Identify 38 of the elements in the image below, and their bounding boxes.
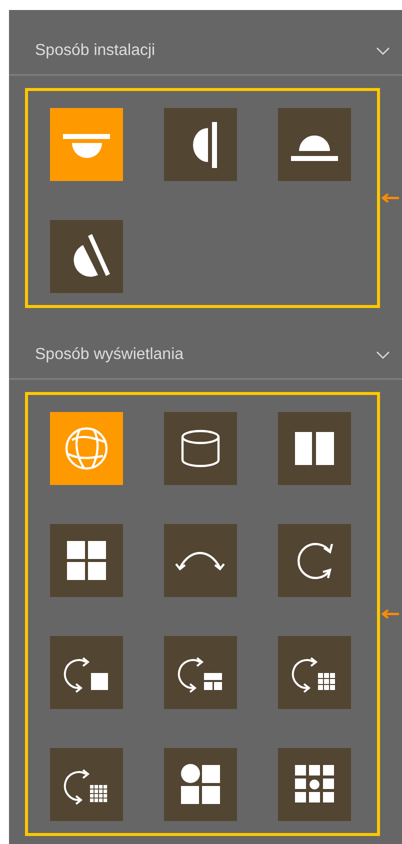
slanted-camera-icon: [74, 234, 110, 277]
rotate-three-view-icon: [178, 657, 222, 693]
section-title: Sposób instalacji: [35, 42, 156, 60]
arrow-left-icon: [381, 609, 399, 619]
mode-option[interactable]: [278, 524, 351, 597]
split-view-icon: [295, 432, 334, 465]
mode-option[interactable]: [50, 636, 123, 709]
rotate-grid-view-icon: [292, 657, 335, 693]
dome-camera-icon: [291, 136, 338, 161]
mode-option[interactable]: [50, 524, 123, 597]
mode-option[interactable]: [164, 108, 237, 181]
quad-view-icon: [67, 541, 106, 580]
arrow-left-icon: [381, 193, 399, 203]
rotate-dense-grid-icon: [64, 769, 108, 805]
rotate-single-view-icon: [64, 657, 108, 693]
mode-option[interactable]: [278, 108, 351, 181]
arc-arrows-icon: [175, 552, 225, 571]
cylinder-icon: [181, 430, 220, 468]
grid-center-dot-icon: [295, 765, 334, 802]
mode-option[interactable]: [164, 636, 237, 709]
mode-option[interactable]: [164, 524, 237, 597]
mode-option[interactable]: [278, 748, 351, 821]
circle-grid-icon: [181, 764, 220, 804]
mode-option[interactable]: [164, 412, 237, 485]
mode-option[interactable]: [164, 748, 237, 821]
ceiling-camera-icon: [63, 134, 110, 158]
chevron-down-icon: [376, 351, 390, 359]
wall-camera-icon: [193, 122, 217, 168]
mode-option[interactable]: [50, 220, 123, 293]
rotate-icon: [298, 542, 334, 580]
mode-option[interactable]: [50, 748, 123, 821]
mode-option[interactable]: [278, 412, 351, 485]
globe-icon: [65, 427, 108, 470]
chevron-down-icon: [376, 47, 390, 55]
section-header[interactable]: Sposób wyświetlania: [9, 314, 402, 380]
section-header[interactable]: Sposób instalacji: [9, 10, 402, 76]
mode-option[interactable]: [278, 636, 351, 709]
section-title: Sposób wyświetlania: [35, 346, 184, 364]
